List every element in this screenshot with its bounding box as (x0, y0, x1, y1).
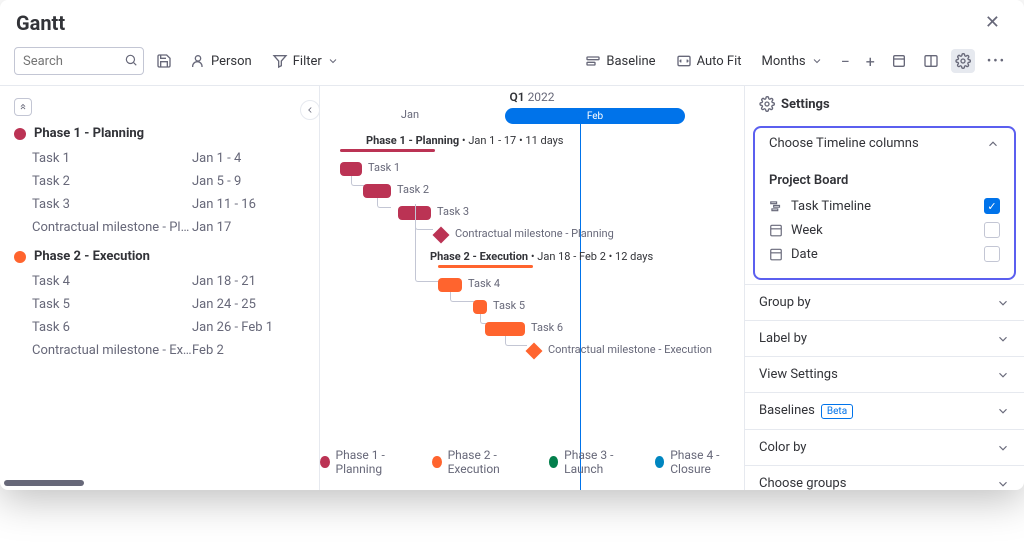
chevron-down-icon (996, 296, 1010, 310)
column-group-title: Project Board (769, 173, 1000, 188)
checkbox-unchecked-icon[interactable] (984, 222, 1000, 238)
task-row[interactable]: Task 2Jan 5 - 9 (14, 170, 305, 193)
autofit-button[interactable]: Auto Fit (670, 49, 748, 73)
settings-section-groups[interactable]: Choose groups (745, 465, 1024, 490)
search-icon (124, 53, 138, 67)
bar-task2[interactable] (363, 184, 391, 198)
checkbox-checked-icon[interactable]: ✓ (984, 198, 1000, 214)
baseline-icon (585, 53, 601, 69)
bar-task1[interactable] (340, 162, 362, 176)
collapse-tasklist-button[interactable] (300, 100, 320, 120)
timeline-icon (769, 199, 783, 213)
settings-section-view[interactable]: View Settings (745, 356, 1024, 392)
baseline-button[interactable]: Baseline (579, 49, 661, 73)
autofit-icon (676, 53, 692, 69)
beta-badge: Beta (821, 404, 853, 419)
collapse-all-toggle[interactable] (14, 98, 32, 116)
calendar-icon (769, 223, 783, 237)
phase2-title: Phase 2 - Execution (34, 249, 150, 264)
gear-icon (955, 53, 971, 69)
chevron-down-icon (811, 55, 823, 67)
save-icon[interactable] (152, 49, 176, 73)
column-option-week[interactable]: Week (769, 218, 1000, 242)
month-label-jan: Jan (401, 108, 419, 121)
settings-section-columns: Choose Timeline columns Project Board Ta… (753, 126, 1016, 280)
person-icon (190, 53, 206, 69)
task-row[interactable]: Task 4Jan 18 - 21 (14, 270, 305, 293)
horizontal-scrollbar[interactable] (4, 480, 84, 486)
settings-panel: Settings Choose Timeline columns Project… (744, 86, 1024, 490)
chevron-up-icon (986, 137, 1000, 151)
settings-section-baselines[interactable]: BaselinesBeta (745, 392, 1024, 429)
baseline-label: Baseline (606, 54, 655, 69)
split-view-icon[interactable] (919, 49, 943, 73)
task-row[interactable]: Task 5Jan 24 - 25 (14, 293, 305, 316)
legend: Phase 1 - Planning Phase 2 - Execution P… (320, 439, 744, 484)
task-row[interactable]: Task 1Jan 1 - 4 (14, 147, 305, 170)
column-option-date[interactable]: Date (769, 242, 1000, 266)
settings-section-groupby[interactable]: Group by (745, 284, 1024, 320)
export-icon[interactable] (887, 49, 911, 73)
phase2-swatch (14, 251, 26, 263)
chevron-down-icon (996, 368, 1010, 382)
chevron-down-icon (327, 55, 339, 67)
phase1-summary-label: Phase 1 - Planning • Jan 1 - 17 • 11 day… (366, 134, 564, 147)
column-option-timeline[interactable]: Task Timeline ✓ (769, 194, 1000, 218)
quarter-label: Q1 2022 (509, 90, 554, 104)
task-row[interactable]: Contractual milestone - PlanningJan 17 (14, 216, 305, 239)
phase2-summary-label: Phase 2 - Execution • Jan 18 - Feb 2 • 1… (430, 250, 653, 263)
bar-task4[interactable] (438, 278, 462, 292)
group-header-phase2[interactable]: Phase 2 - Execution (14, 249, 305, 264)
task-list-pane: Phase 1 - Planning Task 1Jan 1 - 4 Task … (0, 86, 320, 490)
more-menu-button[interactable]: ••• (983, 50, 1010, 73)
page-title: Gantt (16, 11, 65, 35)
legend-item[interactable]: Phase 4 - Closure (655, 448, 744, 476)
task-row[interactable]: Task 6Jan 26 - Feb 1 (14, 316, 305, 339)
phase2-summary-bar[interactable] (438, 265, 533, 268)
month-pill-feb: Feb (505, 108, 685, 124)
phase1-summary-bar[interactable] (340, 149, 435, 152)
milestone-execution[interactable] (526, 343, 543, 360)
filter-button[interactable]: Filter (266, 49, 345, 73)
filter-label: Filter (293, 54, 322, 69)
settings-columns-toggle[interactable]: Choose Timeline columns (755, 128, 1014, 161)
bar-task6[interactable] (485, 322, 525, 336)
chevron-down-icon (996, 332, 1010, 346)
phase1-swatch (14, 128, 26, 140)
task-row[interactable]: Contractual milestone - ExecutionFeb 2 (14, 339, 305, 362)
filter-icon (272, 53, 288, 69)
search-input-wrapper (14, 47, 144, 75)
person-filter-button[interactable]: Person (184, 49, 258, 73)
bar-task5[interactable] (473, 300, 487, 314)
chevron-down-icon (996, 477, 1010, 491)
zoom-out-button[interactable]: − (837, 48, 854, 75)
zoom-select[interactable]: Months (756, 50, 829, 73)
zoom-in-button[interactable]: + (862, 48, 879, 75)
chevron-down-icon (996, 441, 1010, 455)
settings-title: Settings (781, 97, 830, 112)
settings-section-colorby[interactable]: Color by (745, 429, 1024, 465)
settings-gear-button[interactable] (951, 49, 975, 73)
legend-item[interactable]: Phase 2 - Execution (432, 448, 531, 476)
close-button[interactable]: ✕ (977, 8, 1008, 37)
toolbar: Person Filter Baseline Auto Fit Months −… (0, 41, 1024, 86)
checkbox-unchecked-icon[interactable] (984, 246, 1000, 262)
calendar-icon (769, 247, 783, 261)
phase1-title: Phase 1 - Planning (34, 126, 144, 141)
timeline-pane[interactable]: Q1 2022 Jan Feb Phase 1 - Planning • Jan… (320, 86, 744, 490)
gear-icon (759, 96, 775, 112)
legend-item[interactable]: Phase 3 - Launch (549, 448, 637, 476)
chevron-down-icon (996, 404, 1010, 418)
zoom-label: Months (762, 54, 806, 69)
autofit-label: Auto Fit (697, 54, 742, 69)
task-row[interactable]: Task 3Jan 11 - 16 (14, 193, 305, 216)
settings-section-labelby[interactable]: Label by (745, 320, 1024, 356)
group-header-phase1[interactable]: Phase 1 - Planning (14, 126, 305, 141)
legend-item[interactable]: Phase 1 - Planning (320, 448, 414, 476)
person-label: Person (211, 54, 252, 69)
